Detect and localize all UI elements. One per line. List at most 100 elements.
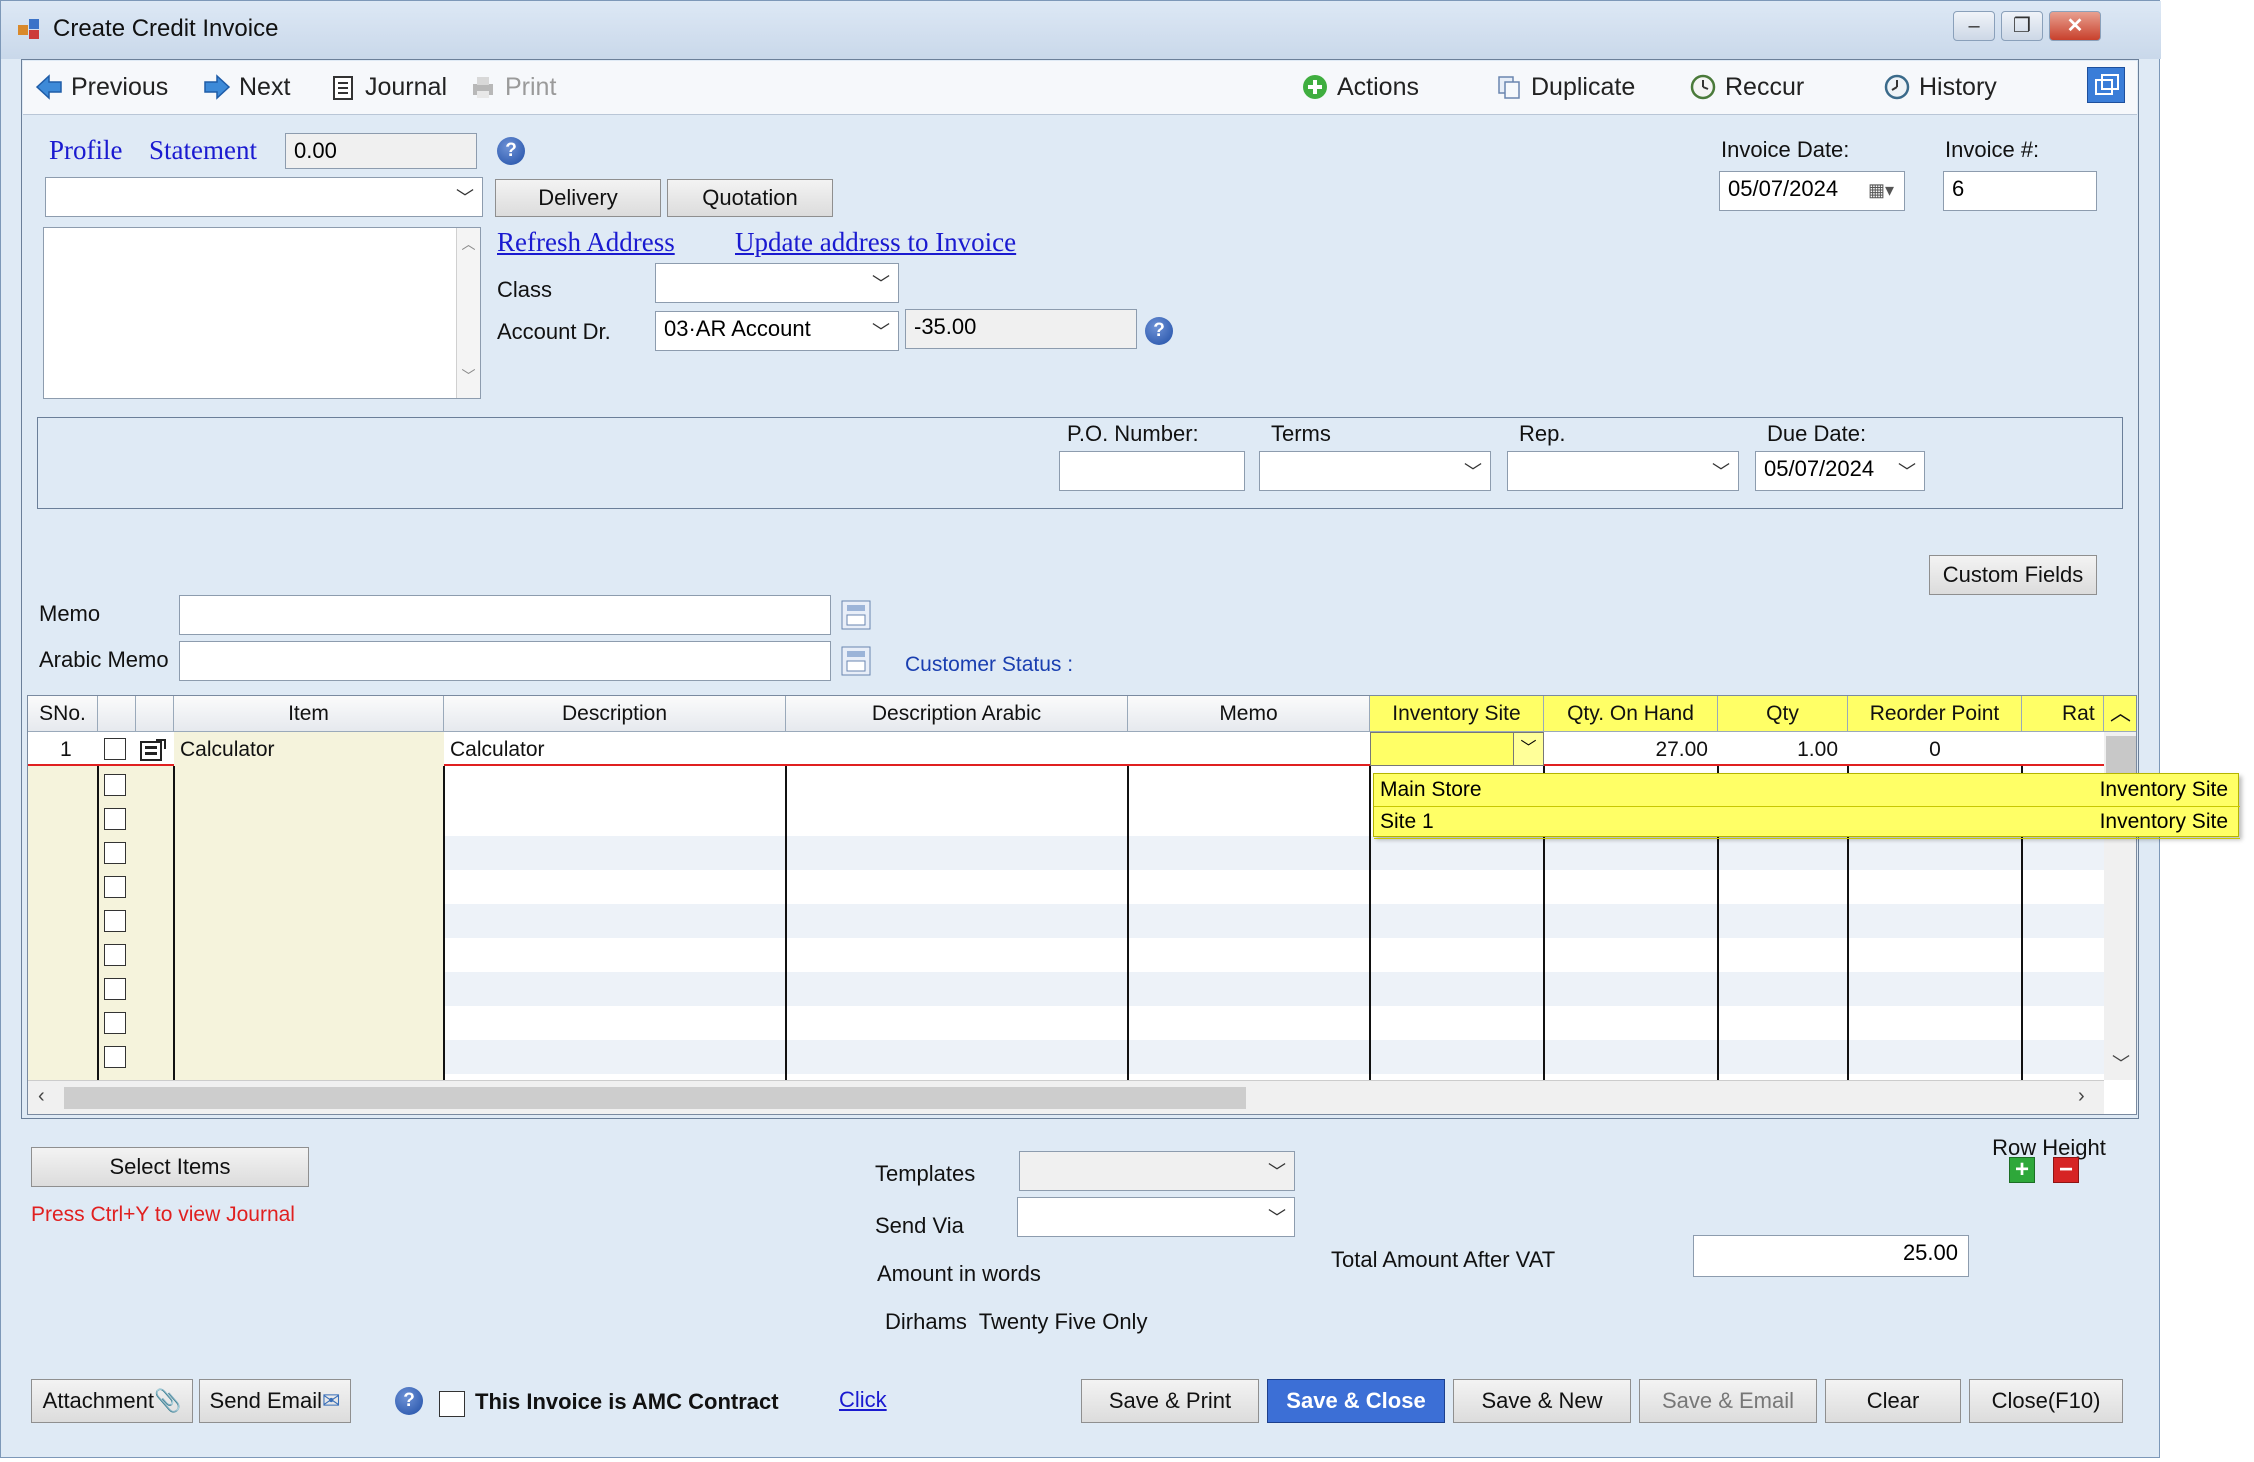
invoice-date-picker[interactable]: 05/07/2024 ▦▾ <box>1719 171 1905 211</box>
send-via-select[interactable]: ﹀ <box>1017 1197 1295 1237</box>
col-description[interactable]: Description <box>444 696 786 732</box>
col-sno[interactable]: SNo. <box>28 696 98 732</box>
chevron-down-icon[interactable]: ﹀ <box>1513 733 1543 765</box>
save-close-button[interactable]: Save & Close <box>1267 1379 1445 1423</box>
dropdown-option[interactable]: Site 1 Inventory Site <box>1374 806 2240 839</box>
printer-icon <box>473 77 493 98</box>
statement-link[interactable]: Statement <box>149 135 257 166</box>
due-date-value: 05/07/2024 <box>1764 456 1875 481</box>
col-rate[interactable]: Rat <box>2022 696 2104 732</box>
print-button[interactable]: Print <box>469 69 556 105</box>
row-height-decrease-button[interactable]: − <box>2053 1157 2079 1183</box>
option-type: Inventory Site <box>2099 810 2228 833</box>
amc-contract-checkbox[interactable] <box>439 1391 465 1417</box>
row-sno: 1 <box>60 738 72 761</box>
col-qty[interactable]: Qty <box>1718 696 1848 732</box>
row-qty[interactable]: 1.00 <box>1718 738 1838 762</box>
grid-horizontal-scrollbar[interactable]: ‹ › <box>28 1080 2104 1114</box>
journal-hint: Press Ctrl+Y to view Journal <box>31 1203 295 1226</box>
profile-link[interactable]: Profile <box>49 135 123 166</box>
attachment-button[interactable]: Attachment 📎 <box>31 1379 193 1423</box>
reccur-button[interactable]: Reccur <box>1689 69 1804 105</box>
row-details-button[interactable] <box>138 736 168 764</box>
arabic-memo-field[interactable] <box>179 641 831 681</box>
chevron-up-icon: ︿ <box>2110 702 2131 725</box>
po-number-field[interactable] <box>1059 451 1245 491</box>
chevron-right-icon[interactable]: › <box>2078 1085 2085 1108</box>
row-checkbox[interactable] <box>104 1046 126 1068</box>
chevron-down-icon: ﹀ <box>1898 462 1916 482</box>
save-new-button[interactable]: Save & New <box>1453 1379 1631 1423</box>
memo-field[interactable] <box>179 595 831 635</box>
duplicate-button[interactable]: Duplicate <box>1495 69 1635 105</box>
col-item[interactable]: Item <box>174 696 444 732</box>
invoice-number-field[interactable]: 6 <box>1943 171 2097 211</box>
select-items-button[interactable]: Select Items <box>31 1147 309 1187</box>
save-email-button[interactable]: Save & Email <box>1639 1379 1817 1423</box>
row-checkbox[interactable] <box>104 774 126 796</box>
col-inventory-site[interactable]: Inventory Site <box>1370 696 1544 732</box>
chevron-left-icon[interactable]: ‹ <box>38 1085 45 1108</box>
col-memo[interactable]: Memo <box>1128 696 1370 732</box>
row-checkbox[interactable] <box>104 978 126 1000</box>
col-description-arabic[interactable]: Description Arabic <box>786 696 1128 732</box>
row-height-increase-button[interactable]: + <box>2009 1157 2035 1183</box>
help-icon[interactable]: ? <box>395 1387 423 1415</box>
col-reorder-point[interactable]: Reorder Point <box>1848 696 2022 732</box>
row-item[interactable]: Calculator <box>180 738 275 762</box>
journal-label: Journal <box>365 72 447 101</box>
restore-view-button[interactable] <box>2087 67 2125 103</box>
inventory-site-combo[interactable]: ﹀ <box>1370 732 1544 766</box>
row-checkbox[interactable] <box>104 808 126 830</box>
col-details[interactable] <box>136 696 174 732</box>
help-icon[interactable]: ? <box>497 137 525 165</box>
delivery-button[interactable]: Delivery <box>495 179 661 217</box>
col-qty-on-hand[interactable]: Qty. On Hand <box>1544 696 1718 732</box>
grid-scroll-up[interactable]: ︿ <box>2104 696 2136 732</box>
dropdown-option[interactable]: Main Store Inventory Site <box>1374 774 2240 807</box>
col-select[interactable] <box>98 696 136 732</box>
maximize-button[interactable]: ❐ <box>2001 11 2043 41</box>
row-checkbox[interactable] <box>104 738 126 760</box>
send-email-button[interactable]: Send Email ✉ <box>199 1379 351 1423</box>
terms-select[interactable]: ﹀ <box>1259 451 1491 491</box>
scroll-thumb[interactable] <box>2106 736 2136 776</box>
row-checkbox[interactable] <box>104 910 126 932</box>
custom-fields-button[interactable]: Custom Fields <box>1929 555 2097 595</box>
row-checkbox[interactable] <box>104 944 126 966</box>
close-window-button[interactable]: ✕ <box>2049 11 2101 41</box>
customer-select[interactable]: ﹀ <box>45 177 483 217</box>
paperclip-icon: 📎 <box>153 1388 182 1413</box>
chevron-down-icon[interactable]: ﹀ <box>2112 1050 2130 1076</box>
invoice-number-label: Invoice #: <box>1945 137 2040 162</box>
billing-address-textarea[interactable]: ︿ ﹀ <box>43 227 481 399</box>
row-checkbox[interactable] <box>104 876 126 898</box>
row-description[interactable]: Calculator <box>450 738 545 762</box>
memo-keyboard-button[interactable] <box>839 595 873 635</box>
journal-button[interactable]: Journal <box>329 69 447 105</box>
arabic-memo-keyboard-button[interactable] <box>839 641 873 681</box>
rep-select[interactable]: ﹀ <box>1507 451 1739 491</box>
clear-button[interactable]: Clear <box>1825 1379 1961 1423</box>
quotation-button[interactable]: Quotation <box>667 179 833 217</box>
previous-button[interactable]: Previous <box>35 69 168 105</box>
templates-select[interactable]: ﹀ <box>1019 1151 1295 1191</box>
scroll-thumb[interactable] <box>64 1087 1246 1109</box>
due-date-label: Due Date: <box>1767 421 1867 446</box>
click-link[interactable]: Click <box>839 1387 887 1413</box>
account-select[interactable]: 03·AR Account ﹀ <box>655 311 899 351</box>
close-button[interactable]: Close(F10) <box>1969 1379 2123 1423</box>
class-select[interactable]: ﹀ <box>655 263 899 303</box>
save-print-button[interactable]: Save & Print <box>1081 1379 1259 1423</box>
due-date-select[interactable]: 05/07/2024 ﹀ <box>1755 451 1925 491</box>
address-scrollbar[interactable]: ︿ ﹀ <box>456 228 480 398</box>
history-button[interactable]: History <box>1883 69 1997 105</box>
refresh-address-link[interactable]: Refresh Address <box>497 227 675 258</box>
update-address-link[interactable]: Update address to Invoice <box>735 227 1016 258</box>
actions-button[interactable]: Actions <box>1301 69 1419 105</box>
next-button[interactable]: Next <box>203 69 290 105</box>
row-checkbox[interactable] <box>104 842 126 864</box>
help-icon[interactable]: ? <box>1145 317 1173 345</box>
row-checkbox[interactable] <box>104 1012 126 1034</box>
minimize-button[interactable]: – <box>1953 11 1995 41</box>
